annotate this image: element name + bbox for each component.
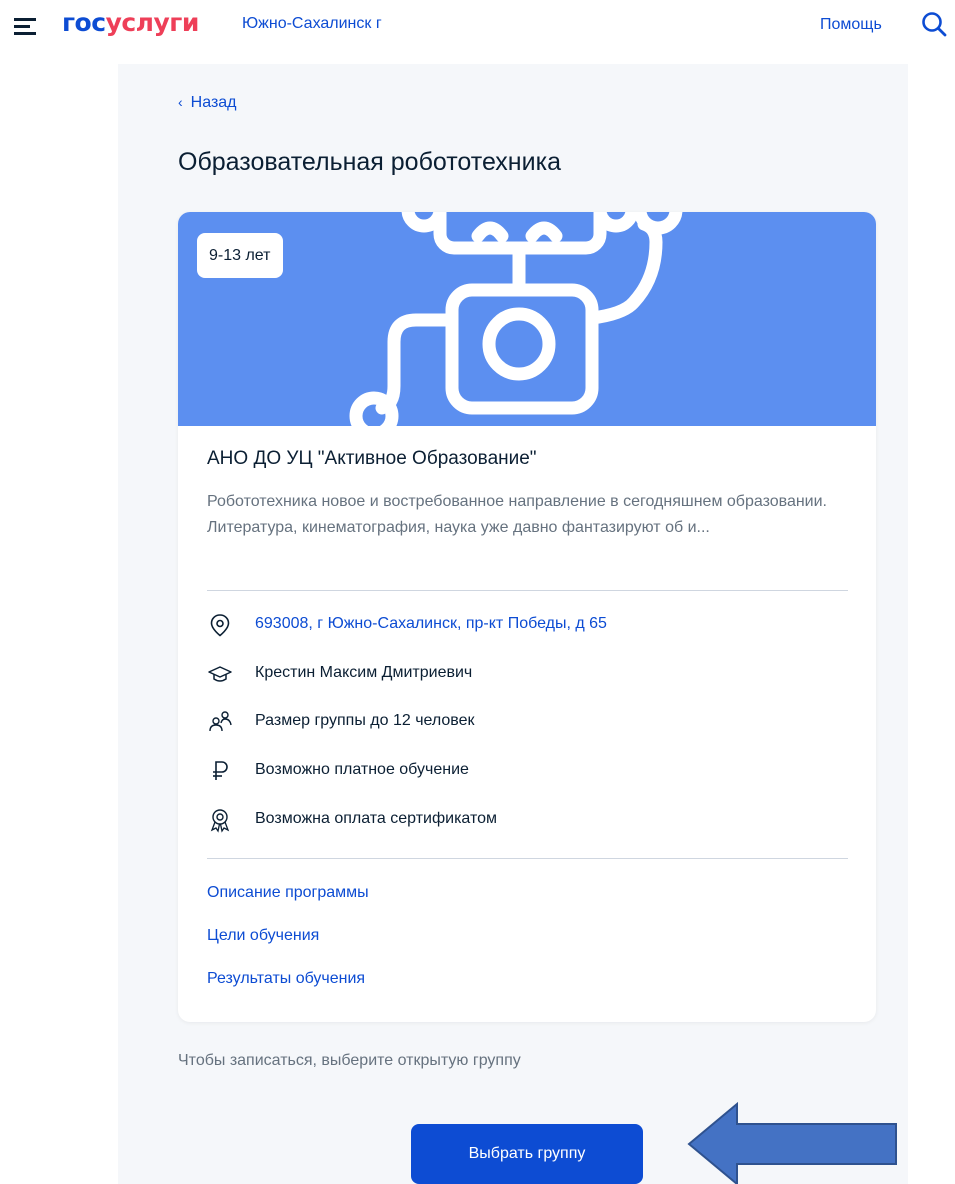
menu-icon[interactable] — [14, 16, 38, 36]
certificate-icon — [210, 809, 230, 833]
graduation-cap-icon — [208, 666, 232, 682]
chevron-left-icon: ‹ — [178, 94, 183, 110]
select-group-button[interactable]: Выбрать группу — [411, 1124, 643, 1184]
search-icon[interactable] — [920, 10, 948, 38]
location-pin-icon — [210, 614, 230, 637]
location-selector[interactable]: Южно-Сахалинск г — [242, 15, 382, 33]
program-card: 9-13 лет АНО ДО УЦ "Активное Образование… — [178, 212, 876, 1022]
gosuslugi-logo[interactable]: госуслуги — [62, 8, 199, 37]
learning-goals-link[interactable]: Цели обучения — [207, 927, 319, 945]
page-title: Образовательная робототехника — [178, 148, 561, 176]
logo-part-gos: гос — [62, 8, 106, 37]
divider — [207, 590, 848, 591]
group-size-text: Размер группы до 12 человек — [255, 712, 475, 729]
ruble-icon — [213, 761, 228, 780]
robot-illustration — [349, 212, 683, 426]
teacher-name: Крестин Максим Дмитриевич — [255, 664, 473, 681]
divider — [207, 858, 848, 859]
learning-results-link[interactable]: Результаты обучения — [207, 970, 365, 988]
logo-part-uslugi: услуги — [105, 8, 200, 37]
back-label: Назад — [190, 94, 237, 111]
help-link[interactable]: Помощь — [820, 16, 882, 34]
address-link[interactable]: 693008, г Южно-Сахалинск, пр-кт Победы, … — [255, 615, 607, 633]
age-badge: 9-13 лет — [197, 233, 283, 278]
arrow-left-icon — [687, 1101, 897, 1184]
top-header: госуслуги Южно-Сахалинск г Помощь — [0, 0, 955, 60]
paid-training-text: Возможно платное обучение — [255, 761, 469, 778]
program-description-link[interactable]: Описание программы — [207, 884, 369, 902]
back-link[interactable]: ‹ Назад — [178, 94, 237, 112]
program-banner: 9-13 лет — [178, 212, 876, 426]
people-icon — [209, 711, 232, 732]
organization-name: АНО ДО УЦ "Активное Образование" — [207, 448, 537, 469]
program-description: Робототехника новое и востребованное нап… — [207, 493, 827, 536]
certificate-text: Возможна оплата сертификатом — [255, 810, 498, 827]
enroll-hint: Чтобы записаться, выберите открытую груп… — [178, 1052, 521, 1069]
